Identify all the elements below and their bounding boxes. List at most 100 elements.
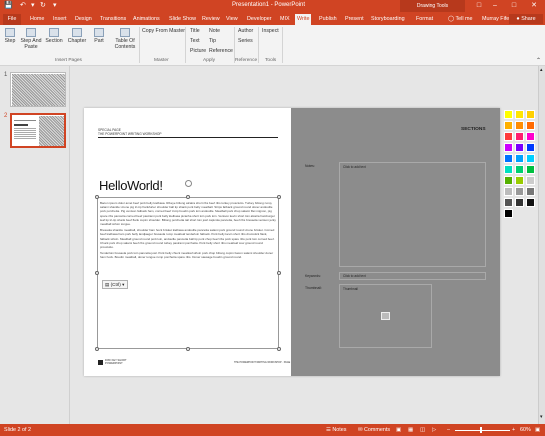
color-swatch[interactable] [515, 110, 524, 119]
color-swatch[interactable] [515, 143, 524, 152]
inspect-button[interactable]: Inspect [262, 28, 279, 34]
color-swatch[interactable] [504, 198, 513, 207]
color-swatch[interactable] [504, 110, 513, 119]
paste-options-button[interactable]: ▤ (Ctrl) ▾ [102, 280, 128, 289]
resize-handle[interactable] [277, 195, 281, 199]
close-icon[interactable]: ✕ [526, 0, 542, 12]
tab-present[interactable]: Present [343, 14, 366, 25]
undo-icon[interactable]: ↶ [20, 1, 26, 9]
color-swatch[interactable] [504, 154, 513, 163]
color-swatch[interactable] [515, 121, 524, 130]
zoom-slider[interactable] [455, 430, 510, 431]
comments-toggle[interactable]: ✉ Comments [358, 424, 390, 436]
tab-slide-show[interactable]: Slide Show [167, 14, 198, 25]
series-button[interactable]: Series [238, 38, 253, 44]
tab-view[interactable]: View [224, 14, 240, 25]
zoom-slider-thumb[interactable] [480, 427, 482, 433]
step-and-paste-button[interactable]: Step And Paste [19, 28, 43, 50]
keywords-placeholder-box[interactable]: Click to add text [339, 272, 486, 280]
customize-qat-icon[interactable]: ▾ [53, 1, 57, 9]
tab-home[interactable]: Home [28, 14, 46, 25]
color-swatch[interactable] [526, 176, 535, 185]
resize-handle[interactable] [95, 271, 99, 275]
thumbnail-placeholder-box[interactable]: Thumbnail [339, 284, 432, 348]
fit-to-window-icon[interactable]: ▣ [535, 424, 540, 436]
color-swatch[interactable] [526, 165, 535, 174]
resize-handle[interactable] [186, 195, 190, 199]
normal-view-icon[interactable]: ▣ [396, 424, 401, 436]
tab-format[interactable]: Format [414, 14, 435, 25]
resize-handle[interactable] [186, 347, 190, 351]
color-swatch[interactable] [504, 187, 513, 196]
part-button[interactable]: Part [91, 28, 107, 44]
undo-dropdown-icon[interactable]: ▾ [31, 1, 35, 9]
zoom-out-icon[interactable]: – [447, 424, 450, 436]
color-swatch[interactable] [515, 154, 524, 163]
step-button[interactable]: Step [3, 28, 17, 44]
vertical-scrollbar[interactable]: ▴ ▾ [538, 66, 545, 424]
minimize-icon[interactable]: – [487, 0, 503, 12]
apply-tip-button[interactable]: Tip [209, 38, 216, 44]
slide-sorter-icon[interactable]: ▦ [408, 424, 413, 436]
resize-handle[interactable] [277, 347, 281, 351]
slide-thumbnail-1[interactable] [10, 72, 66, 107]
color-swatch[interactable] [504, 176, 513, 185]
tab-developer[interactable]: Developer [245, 14, 274, 25]
insert-picture-icon[interactable] [381, 312, 390, 320]
color-swatch[interactable] [515, 187, 524, 196]
color-swatch[interactable] [504, 143, 513, 152]
apply-title-button[interactable]: Title [190, 28, 200, 34]
color-swatch[interactable] [504, 165, 513, 174]
color-swatch[interactable] [515, 165, 524, 174]
color-swatch[interactable] [515, 132, 524, 141]
chapter-button[interactable]: Chapter [66, 28, 88, 44]
copy-from-master-button[interactable]: Copy From Master [142, 28, 185, 34]
color-swatch[interactable] [515, 176, 524, 185]
zoom-in-icon[interactable]: + [512, 424, 515, 436]
share-button[interactable]: ● Share [509, 14, 543, 24]
tab-design[interactable]: Design [73, 14, 94, 25]
zoom-level[interactable]: 60% [520, 424, 531, 436]
apply-reference-button[interactable]: Reference [209, 48, 233, 54]
color-swatch[interactable] [504, 121, 513, 130]
ribbon-display-icon[interactable]: □ [471, 0, 487, 12]
tab-insert[interactable]: Insert [51, 14, 68, 25]
color-swatch[interactable] [526, 154, 535, 163]
color-swatch[interactable] [526, 110, 535, 119]
slide-thumbnail-2[interactable] [10, 113, 66, 148]
apply-note-button[interactable]: Note [209, 28, 220, 34]
scroll-down-icon[interactable]: ▾ [540, 414, 543, 420]
color-swatch[interactable] [526, 187, 535, 196]
scroll-up-icon[interactable]: ▴ [540, 67, 543, 73]
color-swatch[interactable] [526, 198, 535, 207]
slide-heading[interactable]: HelloWorld! [99, 178, 163, 193]
notes-toggle[interactable]: ☰ Notes [326, 424, 346, 436]
rotate-handle-icon[interactable] [185, 180, 192, 187]
body-text-box[interactable]: Bacon ipsum dolor amet beef pork belly k… [97, 197, 279, 349]
save-icon[interactable]: 💾 [4, 1, 13, 9]
color-swatch[interactable] [526, 132, 535, 141]
tab-storyboarding[interactable]: Storyboarding [369, 14, 407, 25]
section-button[interactable]: Section [44, 28, 64, 44]
tab-animations[interactable]: Animations [131, 14, 162, 25]
tab-review[interactable]: Review [200, 14, 222, 25]
apply-picture-button[interactable]: Picture [190, 48, 206, 54]
tab-publish[interactable]: Publish [317, 14, 339, 25]
apply-text-button[interactable]: Text [190, 38, 200, 44]
notes-placeholder-box[interactable]: Click to add text [339, 162, 486, 267]
maximize-icon[interactable]: □ [506, 0, 522, 12]
tab-file[interactable]: File [3, 14, 21, 25]
reading-view-icon[interactable]: ◫ [420, 424, 425, 436]
tab-write[interactable]: Write [295, 14, 312, 25]
tab-mix[interactable]: MIX [278, 14, 292, 25]
color-swatch[interactable] [526, 143, 535, 152]
slide-show-icon[interactable]: ▷ [432, 424, 436, 436]
resize-handle[interactable] [95, 347, 99, 351]
resize-handle[interactable] [277, 271, 281, 275]
redo-icon[interactable]: ↻ [40, 1, 46, 9]
color-swatch[interactable] [515, 198, 524, 207]
author-button[interactable]: Author [238, 28, 253, 34]
resize-handle[interactable] [95, 195, 99, 199]
user-name[interactable]: Murray Fife [480, 14, 511, 25]
table-of-contents-button[interactable]: Table Of Contents [112, 28, 138, 50]
